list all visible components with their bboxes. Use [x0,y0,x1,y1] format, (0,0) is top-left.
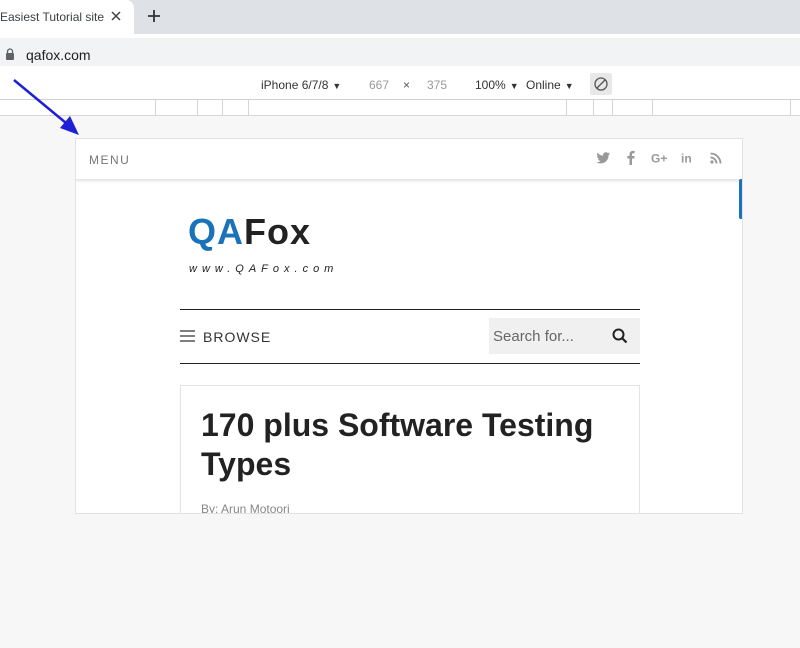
height-input[interactable]: 375 [427,78,447,92]
hamburger-icon[interactable] [180,330,195,342]
rotate-icon [594,77,608,91]
caret-down-icon: ▼ [509,81,519,91]
zoom-select-label: 100% [475,78,506,92]
tab-title: Easiest Tutorial site [0,10,105,24]
browser-tab[interactable]: Easiest Tutorial site [0,0,134,34]
device-toolbar: iPhone 6/7/8 ▼ 667 × 375 100% ▼ Online ▼ [0,70,800,100]
width-input[interactable]: 667 [369,78,389,92]
device-viewport: MENU G+ in QAFox www.QAFox.com BROWSE Se… [75,138,743,514]
article-byline: By: Arun Motoori [201,502,290,514]
browser-tab-strip: Easiest Tutorial site [0,0,800,34]
search-icon[interactable] [612,328,628,344]
rss-icon[interactable] [708,150,724,166]
ruler-mark [612,100,613,116]
browse-nav-bar: BROWSE [180,309,640,364]
article-card: 170 plus Software Testing Types By: Arun… [180,385,640,514]
close-icon[interactable] [109,9,123,23]
search-box [489,318,640,354]
svg-text:G+: G+ [651,152,667,166]
ruler-mark [652,100,653,116]
caret-down-icon: ▼ [332,81,342,91]
linkedin-icon[interactable]: in [680,150,696,166]
address-bar: qafox.com [0,34,800,70]
caret-down-icon: ▼ [564,81,574,91]
ruler-mark [222,100,223,116]
rotate-button[interactable] [590,73,612,95]
lock-icon[interactable] [5,48,15,60]
google-plus-icon[interactable]: G+ [651,150,667,166]
media-query-ruler[interactable] [0,100,800,116]
ruler-mark [593,100,594,116]
browse-menu-button[interactable]: BROWSE [203,329,271,345]
logo-qa-text: QA [188,211,244,252]
device-select[interactable]: iPhone 6/7/8 ▼ [261,78,341,92]
omnibox[interactable]: qafox.com [0,38,800,66]
ruler-mark [248,100,249,116]
plus-icon[interactable] [146,8,162,24]
twitter-icon[interactable] [595,150,611,166]
search-input[interactable] [493,324,603,348]
logo-fox-text: Fox [244,211,312,252]
ruler-mark [790,100,791,116]
url-text[interactable]: qafox.com [26,47,91,63]
article-title[interactable]: 170 plus Software Testing Types [201,406,621,484]
dimension-separator: × [403,78,411,92]
network-select-label: Online [526,78,561,92]
facebook-icon[interactable] [623,150,639,166]
site-tagline: www.QAFox.com [189,263,339,275]
device-select-label: iPhone 6/7/8 [261,78,329,92]
ruler-mark [197,100,198,116]
site-logo[interactable]: QAFox [188,211,311,253]
site-top-bar: MENU G+ in [76,139,742,180]
scrollbar-thumb[interactable] [739,179,742,219]
ruler-mark [566,100,567,116]
ruler-mark [155,100,156,116]
network-select[interactable]: Online ▼ [526,78,574,92]
svg-text:in: in [681,152,692,166]
zoom-select[interactable]: 100% ▼ [475,78,519,92]
menu-button[interactable]: MENU [89,153,130,167]
